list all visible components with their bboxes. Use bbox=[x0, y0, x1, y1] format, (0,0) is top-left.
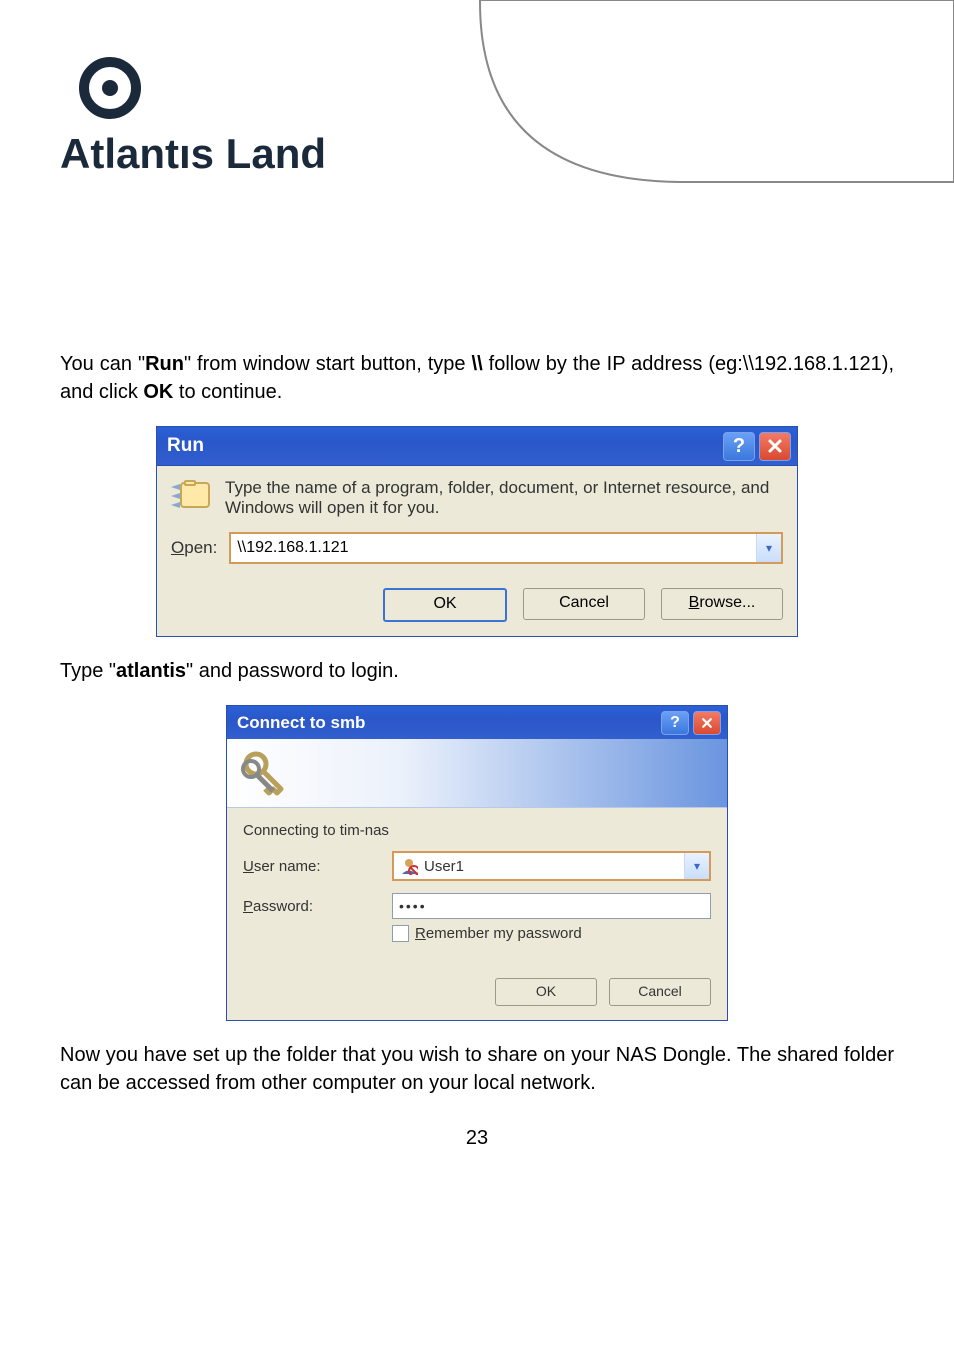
ok-button[interactable]: OK bbox=[383, 588, 507, 622]
brand-logo: Atlantıs Land bbox=[60, 50, 894, 180]
chevron-down-icon[interactable]: ▾ bbox=[756, 534, 781, 562]
remember-checkbox[interactable] bbox=[392, 925, 409, 942]
close-button[interactable] bbox=[693, 711, 721, 735]
run-dialog-title: Run bbox=[167, 435, 723, 457]
connect-titlebar[interactable]: Connect to smb ? bbox=[227, 706, 727, 739]
password-input[interactable]: •••• bbox=[392, 893, 711, 919]
paragraph-summary: Now you have set up the folder that you … bbox=[60, 1041, 894, 1097]
connect-dialog-title: Connect to smb bbox=[237, 713, 661, 733]
open-label: Open: bbox=[171, 538, 217, 558]
run-description-text: Type the name of a program, folder, docu… bbox=[225, 478, 783, 518]
username-label: User name: bbox=[243, 858, 378, 875]
run-icon bbox=[171, 478, 211, 514]
page-number: 23 bbox=[60, 1127, 894, 1150]
open-combobox[interactable]: ▾ bbox=[229, 532, 783, 564]
paragraph-login-instructions: Type "atlantis" and password to login. bbox=[60, 657, 894, 685]
chevron-down-icon[interactable]: ▾ bbox=[684, 853, 709, 879]
open-input[interactable] bbox=[231, 534, 756, 562]
password-label: Password: bbox=[243, 898, 378, 915]
username-combobox[interactable]: User1 ▾ bbox=[392, 851, 711, 881]
help-button[interactable]: ? bbox=[661, 711, 689, 735]
run-dialog: Run ? Type the na bbox=[156, 426, 798, 637]
run-titlebar[interactable]: Run ? bbox=[157, 427, 797, 466]
user-icon bbox=[400, 857, 418, 875]
connect-banner bbox=[227, 739, 727, 808]
connect-dialog: Connect to smb ? Connecting to tim-nas bbox=[226, 705, 728, 1021]
remember-label[interactable]: Remember my password bbox=[415, 925, 582, 942]
ok-button[interactable]: OK bbox=[495, 978, 597, 1006]
cancel-button[interactable]: Cancel bbox=[523, 588, 645, 620]
keys-icon bbox=[239, 747, 291, 799]
cancel-button[interactable]: Cancel bbox=[609, 978, 711, 1006]
paragraph-run-instructions: You can "Run" from window start button, … bbox=[60, 350, 894, 406]
connecting-text: Connecting to tim-nas bbox=[243, 822, 711, 839]
help-button[interactable]: ? bbox=[723, 432, 755, 461]
svg-text:Atlantıs Land: Atlantıs Land bbox=[60, 130, 326, 177]
browse-button[interactable]: Browse... bbox=[661, 588, 783, 620]
username-value: User1 bbox=[424, 858, 464, 875]
close-button[interactable] bbox=[759, 432, 791, 461]
